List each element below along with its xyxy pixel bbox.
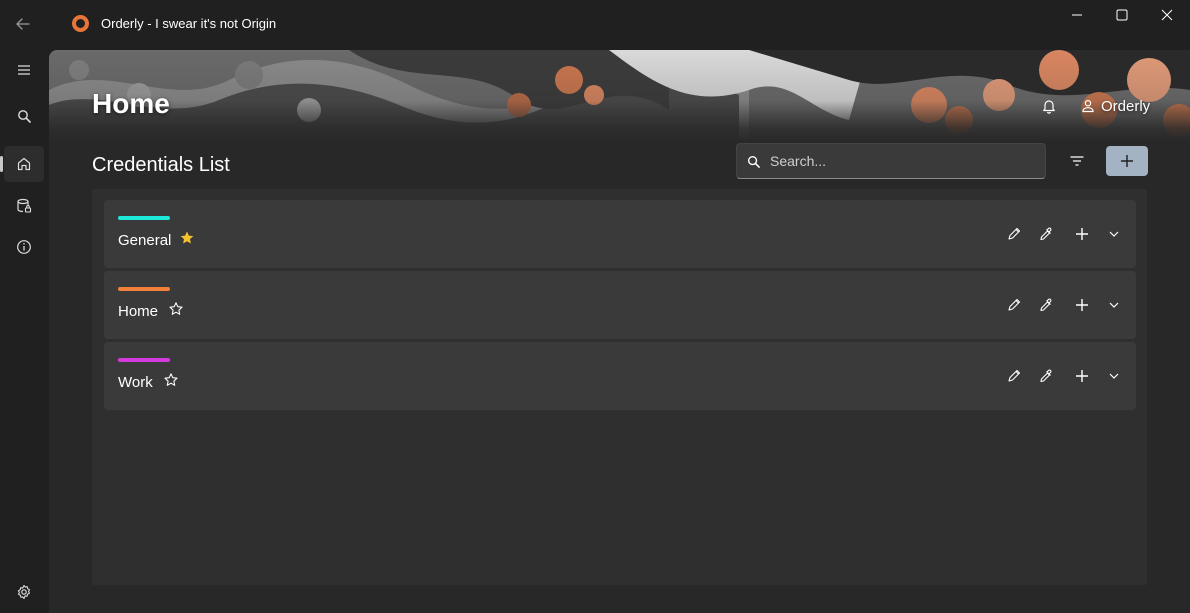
color-tag	[118, 358, 170, 362]
list-item[interactable]: Home	[104, 271, 1136, 339]
plus-icon	[1121, 155, 1133, 167]
sidebar-item-search[interactable]	[4, 98, 44, 134]
item-name: Home	[118, 303, 159, 320]
color-picker-button[interactable]	[1035, 223, 1057, 245]
user-account-button[interactable]: Orderly	[1077, 92, 1154, 120]
add-credential-button[interactable]	[1071, 294, 1093, 316]
color-tag	[118, 287, 170, 291]
add-credential-button[interactable]	[1071, 223, 1093, 245]
search-input[interactable]	[770, 153, 1020, 169]
add-credential-button[interactable]	[1071, 365, 1093, 387]
expand-button[interactable]	[1103, 365, 1125, 387]
banner-fade	[49, 50, 1190, 142]
filter-icon	[1070, 156, 1084, 166]
edit-button[interactable]	[1003, 294, 1025, 316]
star-outline-icon[interactable]	[163, 372, 179, 388]
color-picker-button[interactable]	[1035, 294, 1057, 316]
pencil-icon	[1008, 227, 1021, 240]
plus-icon	[1076, 299, 1088, 311]
eyedropper-icon	[1040, 298, 1052, 312]
sidebar	[0, 48, 48, 613]
eyedropper-icon	[1040, 227, 1052, 241]
sidebar-item-settings[interactable]	[4, 574, 44, 610]
add-category-button[interactable]	[1106, 146, 1148, 176]
edit-button[interactable]	[1003, 223, 1025, 245]
edit-button[interactable]	[1003, 365, 1025, 387]
bell-icon	[1043, 100, 1055, 114]
plus-icon	[1076, 228, 1088, 240]
color-tag	[118, 216, 170, 220]
close-button[interactable]	[1144, 0, 1190, 30]
chevron-down-icon	[1109, 231, 1119, 237]
back-button[interactable]	[8, 10, 38, 38]
info-icon	[17, 240, 31, 254]
close-icon	[1161, 9, 1173, 21]
filter-button[interactable]	[1062, 146, 1092, 176]
hamburger-icon	[18, 65, 30, 75]
user-name: Orderly	[1101, 97, 1151, 115]
window-title: Orderly - I swear it's not Origin	[101, 16, 277, 31]
item-name: General	[118, 232, 172, 249]
plus-icon	[1076, 370, 1088, 382]
sidebar-item-about[interactable]	[4, 229, 44, 265]
expand-button[interactable]	[1103, 294, 1125, 316]
list-item[interactable]: General	[104, 200, 1136, 268]
search-box[interactable]	[736, 143, 1046, 179]
main-content: Home Orderly Credentials List General Ho…	[49, 50, 1190, 613]
expand-button[interactable]	[1103, 223, 1125, 245]
title-bar: Orderly - I swear it's not Origin	[0, 0, 1190, 48]
item-name: Work	[118, 374, 153, 391]
maximize-button[interactable]	[1099, 0, 1145, 30]
maximize-icon	[1116, 9, 1128, 21]
header-banner	[49, 50, 1190, 142]
star-outline-icon[interactable]	[168, 301, 184, 317]
credentials-list: General Home Work	[92, 189, 1147, 585]
chevron-down-icon	[1109, 302, 1119, 308]
list-item[interactable]: Work	[104, 342, 1136, 410]
section-title: Credentials List	[92, 154, 230, 176]
sidebar-item-home[interactable]	[0, 146, 44, 182]
database-lock-icon	[17, 198, 32, 213]
eyedropper-icon	[1040, 369, 1052, 383]
color-picker-button[interactable]	[1035, 365, 1057, 387]
pencil-icon	[1008, 298, 1021, 311]
notifications-button[interactable]	[1037, 94, 1061, 118]
home-icon	[17, 157, 31, 171]
person-icon	[1082, 99, 1094, 113]
minimize-icon	[1072, 14, 1082, 16]
page-title: Home	[92, 88, 170, 119]
chevron-down-icon	[1109, 373, 1119, 379]
active-indicator	[0, 156, 3, 172]
search-icon	[18, 110, 31, 123]
app-logo-icon	[72, 15, 89, 32]
back-arrow-icon	[16, 18, 30, 30]
gear-icon	[17, 584, 31, 600]
pencil-icon	[1008, 369, 1021, 382]
search-icon	[747, 155, 760, 168]
minimize-button[interactable]	[1054, 0, 1100, 30]
sidebar-item-credentials[interactable]	[4, 188, 44, 224]
star-filled-icon[interactable]	[179, 230, 195, 246]
menu-button[interactable]	[4, 52, 44, 88]
